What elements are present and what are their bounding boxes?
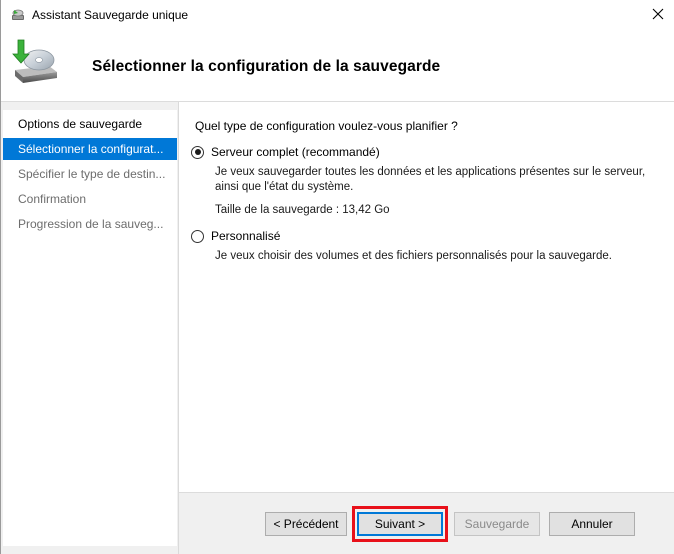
full-server-description: Je veux sauvegarder toutes les données e… [215,165,645,195]
custom-option[interactable]: Personnalisé [191,229,280,243]
step-label: Sélectionner la configurat... [18,142,164,156]
full-server-description-line2: ainsi que l'état du système. [215,181,354,193]
window-title: Assistant Sauvegarde unique [32,8,189,22]
backup-app-icon [11,8,25,22]
full-server-option[interactable]: Serveur complet (recommandé) [191,145,380,159]
configuration-question: Quel type de configuration voulez-vous p… [195,119,458,133]
step-select-configuration[interactable]: Sélectionner la configurat... [3,138,177,160]
full-server-label[interactable]: Serveur complet (recommandé) [211,145,380,159]
wizard-window: Assistant Sauvegarde unique Sélectionner… [0,0,674,554]
button-bar: < Précédent Suivant > Sauvegarde Annuler [179,492,674,554]
close-icon [652,8,664,23]
wizard-header: Sélectionner la configuration de la sauv… [1,30,674,102]
custom-radio[interactable] [191,229,204,243]
step-label: Spécifier le type de destin... [18,167,166,181]
page-title: Sélectionner la configuration de la sauv… [92,58,441,75]
custom-description: Je veux choisir des volumes et des fichi… [215,250,612,262]
steps-list: Options de sauvegarde Sélectionner la co… [3,110,177,546]
step-backup-options[interactable]: Options de sauvegarde [3,113,177,135]
title-bar[interactable]: Assistant Sauvegarde unique [1,0,674,30]
custom-label[interactable]: Personnalisé [211,229,280,243]
full-server-description-line1: Je veux sauvegarder toutes les données e… [215,166,646,178]
content-panel: Quel type de configuration voulez-vous p… [179,102,674,492]
wizard-body: Options de sauvegarde Sélectionner la co… [1,102,674,554]
step-label: Confirmation [18,192,87,206]
backup-size-text: Taille de la sauvegarde : 13,42 Go [215,204,390,216]
backup-button[interactable]: Sauvegarde [454,512,540,536]
next-button[interactable]: Suivant > [357,512,443,536]
step-label: Options de sauvegarde [18,117,143,131]
backup-drive-icon [9,36,61,88]
step-backup-progress: Progression de la sauveg... [3,213,177,235]
step-label: Progression de la sauveg... [18,217,164,231]
full-server-radio[interactable] [191,145,204,159]
step-destination-type: Spécifier le type de destin... [3,163,177,185]
steps-panel: Options de sauvegarde Sélectionner la co… [1,102,179,554]
previous-button[interactable]: < Précédent [265,512,347,536]
cancel-button[interactable]: Annuler [549,512,635,536]
step-confirmation: Confirmation [3,188,177,210]
close-button[interactable] [641,0,674,30]
